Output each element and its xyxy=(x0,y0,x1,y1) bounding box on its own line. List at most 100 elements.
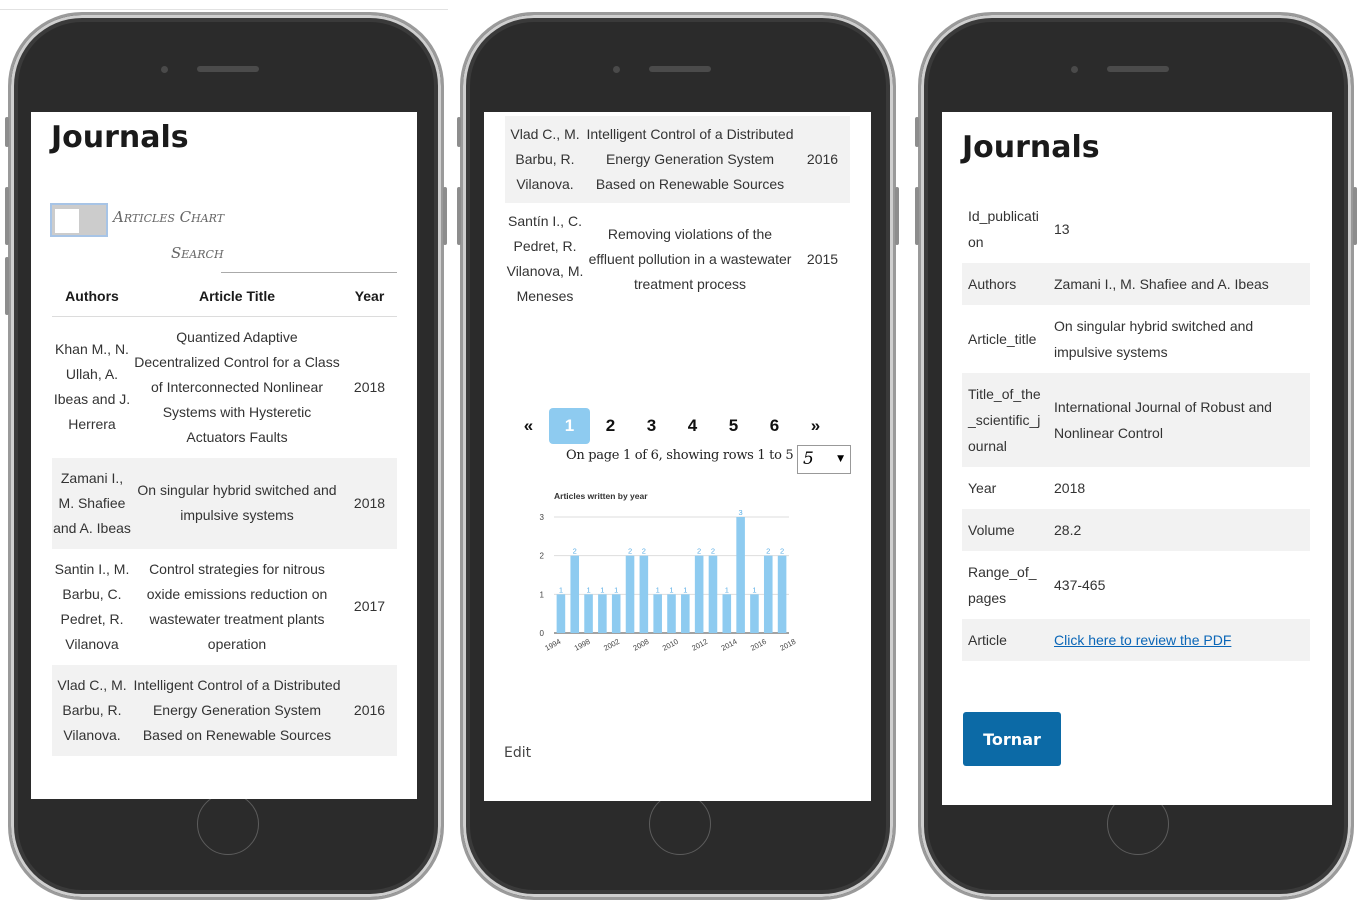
data-label: 2 xyxy=(628,547,632,556)
rows-per-page-select[interactable]: 5 ▼ xyxy=(797,445,851,474)
home-button[interactable] xyxy=(197,793,259,855)
data-label: 2 xyxy=(711,547,715,556)
chart-bar xyxy=(763,555,773,633)
cell-authors: Santin I., M. Barbu, C. Pedret, R. Vilan… xyxy=(54,560,130,652)
top-divider xyxy=(0,9,448,10)
cell-authors: Vlad C., M. Barbu, R. Vilanova. xyxy=(52,664,132,756)
screen-journal-detail: Journals Id_publication 13 Authors Zaman… xyxy=(942,112,1332,805)
detail-row: Title_of_the_scientific_journal Internat… xyxy=(962,373,1310,467)
chart-title: Articles written by year xyxy=(554,491,648,501)
chart-bar xyxy=(750,594,759,633)
volume-button xyxy=(915,187,919,245)
data-label: 3 xyxy=(739,508,743,517)
field-value: 28.2 xyxy=(1048,509,1310,551)
detail-row: Article_title On singular hybrid switche… xyxy=(962,305,1310,373)
detail-row: Range_of_pages 437-465 xyxy=(962,551,1310,619)
pdf-link[interactable]: Click here to review the PDF xyxy=(1054,632,1231,648)
articles-chart-toggle[interactable] xyxy=(50,203,108,237)
column-header-year[interactable]: Year xyxy=(342,278,397,317)
table-row[interactable]: Zamani I., M. Shafiee and A. Ibeas On si… xyxy=(52,457,397,549)
cell-title: Intelligent Control of a Distributed Ene… xyxy=(585,116,795,203)
volume-button xyxy=(5,187,9,245)
field-value: 13 xyxy=(1054,221,1070,237)
field-key: Volume xyxy=(962,509,1048,551)
volume-button xyxy=(457,187,461,245)
pagination-prev[interactable]: « xyxy=(508,416,549,436)
cell-year: 2017 xyxy=(353,598,386,614)
pagination-page-6[interactable]: 6 xyxy=(754,416,795,436)
x-tick-label: 2018 xyxy=(778,637,797,653)
field-value: International Journal of Robust and Nonl… xyxy=(1048,373,1310,467)
field-value: 2018 xyxy=(1054,480,1086,496)
articles-chart-label: Articles Chart xyxy=(113,208,225,226)
cell-authors: Khan M., N. Ullah, A. Ibeas and J. Herre… xyxy=(53,341,131,432)
table-row[interactable]: Santín I., C. Pedret, R. Vilanova, M. Me… xyxy=(505,203,850,315)
camera-icon xyxy=(613,66,620,73)
speaker-grille xyxy=(1107,66,1169,72)
chart-bar xyxy=(584,594,593,633)
detail-row: Volume 28.2 xyxy=(962,509,1310,551)
data-label: 1 xyxy=(614,585,618,594)
y-tick-label: 0 xyxy=(540,629,545,638)
camera-icon xyxy=(161,66,168,73)
detail-row: Authors Zamani I., M. Shafiee and A. Ibe… xyxy=(962,263,1310,305)
chart-bar xyxy=(708,555,718,633)
column-header-authors[interactable]: Authors xyxy=(52,278,132,317)
pagination-next[interactable]: » xyxy=(795,416,836,436)
table-row[interactable]: Vlad C., M. Barbu, R. Vilanova. Intellig… xyxy=(505,116,850,203)
field-value: Zamani I., M. Shafiee and A. Ibeas xyxy=(1048,263,1310,305)
pagination-page-2[interactable]: 2 xyxy=(590,416,631,436)
field-key: Year xyxy=(968,480,997,496)
data-label: 1 xyxy=(669,585,673,594)
pagination-info: On page 1 of 6, showing rows 1 to 5 of 2… xyxy=(566,448,830,463)
pagination-page-1[interactable]: 1 xyxy=(549,408,590,444)
field-key: Range_of_pages xyxy=(968,564,1037,606)
data-label: 2 xyxy=(766,547,770,556)
speaker-grille xyxy=(649,66,711,72)
rows-per-page-value: 5 xyxy=(803,449,814,469)
table-row[interactable]: Khan M., N. Ullah, A. Ibeas and J. Herre… xyxy=(52,316,397,458)
power-button xyxy=(895,187,899,245)
data-label: 2 xyxy=(780,547,784,556)
volume-button xyxy=(915,117,919,147)
detail-row: Article Click here to review the PDF xyxy=(962,619,1310,661)
cell-year: 2018 xyxy=(353,378,386,395)
cell-year: 2016 xyxy=(795,116,850,203)
detail-table: Id_publication 13 Authors Zamani I., M. … xyxy=(962,195,1310,661)
cell-title: Intelligent Control of a Distributed Ene… xyxy=(132,664,342,756)
pagination-page-3[interactable]: 3 xyxy=(631,416,672,436)
pagination-page-4[interactable]: 4 xyxy=(672,416,713,436)
table-row[interactable]: Vlad C., M. Barbu, R. Vilanova. Intellig… xyxy=(52,664,397,756)
cell-authors: Santín I., C. Pedret, R. Vilanova, M. Me… xyxy=(506,213,584,304)
field-key: Article xyxy=(962,619,1048,661)
screen-journals-chart: Vlad C., M. Barbu, R. Vilanova. Intellig… xyxy=(484,112,871,801)
table-row[interactable]: Santin I., M. Barbu, C. Pedret, R. Vilan… xyxy=(52,549,397,665)
search-input[interactable] xyxy=(221,272,397,273)
y-tick-label: 2 xyxy=(540,552,545,561)
search-label: Search xyxy=(171,244,224,262)
page-title: Journals xyxy=(962,130,1100,165)
cell-title: Removing violations of the effluent poll… xyxy=(588,225,792,292)
column-header-title[interactable]: Article Title xyxy=(132,278,342,317)
volume-button xyxy=(5,257,9,315)
x-tick-label: 2012 xyxy=(690,637,709,653)
edit-link[interactable]: Edit xyxy=(504,745,531,761)
x-tick-label: 2010 xyxy=(661,637,680,653)
data-label: 1 xyxy=(683,585,687,594)
chart-bar xyxy=(625,555,635,633)
cell-year: 2018 xyxy=(342,457,397,549)
field-key: Id_publication xyxy=(968,208,1039,250)
articles-table: Authors Article Title Year Khan M., N. U… xyxy=(52,278,397,756)
x-tick-label: 2008 xyxy=(631,637,650,653)
x-tick-label: 2002 xyxy=(602,637,621,653)
cell-title: On singular hybrid switched and impulsiv… xyxy=(132,457,342,549)
field-key: Article_title xyxy=(968,331,1037,347)
table-header-row: Authors Article Title Year xyxy=(52,278,397,317)
back-button[interactable]: Tornar xyxy=(963,712,1061,766)
chart-bar xyxy=(722,594,732,633)
pagination-page-5[interactable]: 5 xyxy=(713,416,754,436)
chart-bar xyxy=(694,555,704,633)
cell-year: 2016 xyxy=(342,664,397,756)
data-label: 1 xyxy=(586,585,590,594)
home-button[interactable] xyxy=(649,793,711,855)
